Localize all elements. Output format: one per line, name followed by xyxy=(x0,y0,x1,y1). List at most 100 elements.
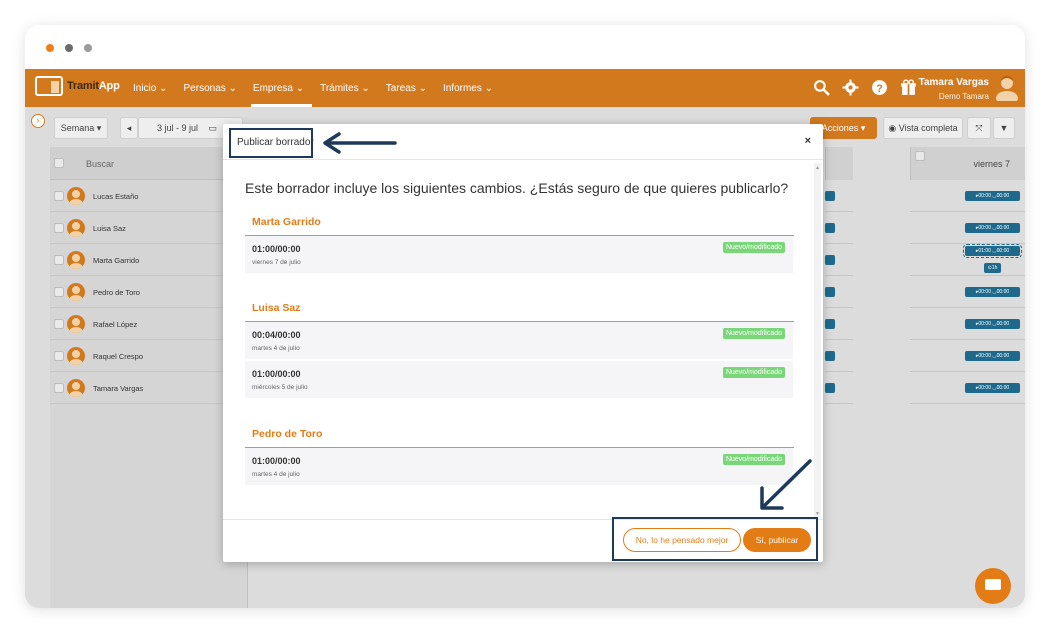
list-item[interactable]: Lucas Estaño xyxy=(50,180,248,212)
gear-icon[interactable] xyxy=(842,79,859,96)
day-header-friday: viernes 7 xyxy=(910,147,1025,180)
expand-icon[interactable]: ⤧ xyxy=(967,117,991,139)
day-header-label: viernes 7 xyxy=(973,159,1010,169)
table-row xyxy=(825,340,853,372)
row-checkbox[interactable] xyxy=(54,223,64,233)
full-view-label: Vista completa xyxy=(898,123,958,133)
avatar xyxy=(67,251,85,269)
shift-chip[interactable]: ▸00:00 ◡00:00 xyxy=(965,351,1020,361)
arrow-left-icon xyxy=(323,132,397,154)
person-name: Rafael López xyxy=(93,320,138,329)
person-name: Raquel Crespo xyxy=(93,352,144,361)
select-all-checkbox[interactable] xyxy=(54,158,64,168)
eye-icon: ◉ xyxy=(888,123,897,133)
row-checkbox[interactable] xyxy=(54,351,64,361)
svg-text:?: ? xyxy=(876,83,882,95)
shift-chip[interactable] xyxy=(825,319,835,329)
shift-chip[interactable]: ▸00:00 ◡00:00 xyxy=(965,223,1020,233)
list-item: 00:04/00:00 martes 4 de julio Nuevo/modi… xyxy=(245,322,793,359)
shift-chip[interactable] xyxy=(825,383,835,393)
list-item[interactable]: Rafael López xyxy=(50,308,248,340)
row-checkbox[interactable] xyxy=(54,383,64,393)
avatar xyxy=(67,347,85,365)
row-checkbox[interactable] xyxy=(54,255,64,265)
shift-chip[interactable] xyxy=(825,191,835,201)
person-name: Lucas Estaño xyxy=(93,192,139,201)
shift-chip[interactable] xyxy=(825,287,835,297)
shift-chip[interactable]: ▸00:00 ◡00:00 xyxy=(965,383,1020,393)
shift-chip-draft[interactable]: ▸01:00 ◡00:00 xyxy=(963,244,1022,258)
sidebar-toggle-icon[interactable]: › xyxy=(31,114,45,128)
row-checkbox[interactable] xyxy=(54,191,64,201)
window-titlebar xyxy=(25,25,1025,69)
modal-footer: No, lo he pensado mejor Sí, publicar xyxy=(223,517,823,562)
window-dot-gray[interactable] xyxy=(65,44,73,52)
full-view-button[interactable]: ◉ Vista completa xyxy=(883,117,963,139)
table-row: ▸01:00 ◡00:00 ⊙1h xyxy=(910,244,1025,276)
list-item[interactable]: Tamara Vargas xyxy=(50,372,248,404)
avatar xyxy=(67,219,85,237)
main-nav: Inicio ⌄ Personas ⌄ Empresa ⌄ Trámites ⌄… xyxy=(125,69,501,107)
shift-chip[interactable] xyxy=(825,223,835,233)
nav-informes[interactable]: Informes ⌄ xyxy=(435,69,501,107)
table-row xyxy=(825,308,853,340)
modal-body[interactable]: ▲ ▼ Este borrador incluye los siguientes … xyxy=(223,161,823,519)
change-date: viernes 7 de julio xyxy=(252,259,301,266)
row-checkbox[interactable] xyxy=(54,319,64,329)
day-checkbox[interactable] xyxy=(915,151,925,161)
nav-personas[interactable]: Personas ⌄ xyxy=(176,69,245,107)
prev-week-button[interactable]: ◂ xyxy=(120,117,138,139)
window-dot-orange[interactable] xyxy=(46,44,54,52)
window-dot-light[interactable] xyxy=(84,44,92,52)
user-menu[interactable]: Tamara Vargas Demo Tamara xyxy=(919,77,989,101)
app-logo[interactable]: TramitApp xyxy=(35,76,120,96)
shift-chip[interactable]: ▸00:00 ◡00:00 xyxy=(965,191,1020,201)
list-item[interactable]: Raquel Crespo xyxy=(50,340,248,372)
shift-chip[interactable] xyxy=(825,255,835,265)
nav-empresa[interactable]: Empresa ⌄ xyxy=(245,69,313,107)
avatar[interactable] xyxy=(995,75,1019,101)
shift-chip[interactable]: ▸00:00 ◡00:00 xyxy=(965,319,1020,329)
change-person-name: Marta Garrido xyxy=(252,216,321,228)
arrow-down-icon xyxy=(760,459,812,510)
chat-icon[interactable] xyxy=(975,568,1011,604)
logo-text-accent: App xyxy=(98,80,120,92)
cancel-button[interactable]: No, lo he pensado mejor xyxy=(623,528,741,552)
help-icon[interactable]: ? xyxy=(871,79,888,96)
filter-icon[interactable]: ▼ xyxy=(993,117,1015,139)
nav-inicio[interactable]: Inicio ⌄ xyxy=(125,69,176,107)
user-company: Demo Tamara xyxy=(938,92,989,101)
person-name: Tamara Vargas xyxy=(93,384,144,393)
status-badge: Nuevo/modificado xyxy=(722,328,785,339)
list-item[interactable]: Pedro de Toro xyxy=(50,276,248,308)
view-select[interactable]: Semana ▾ xyxy=(54,117,108,139)
nav-tareas[interactable]: Tareas ⌄ xyxy=(378,69,435,107)
scroll-up-icon[interactable]: ▲ xyxy=(815,165,820,171)
close-icon[interactable]: × xyxy=(805,135,811,147)
list-item: 01:00/00:00 martes 4 de julio Nuevo/modi… xyxy=(245,448,793,485)
list-item[interactable]: Luisa Saz xyxy=(50,212,248,244)
table-row xyxy=(825,212,853,244)
shift-chip[interactable]: ▸00:00 ◡00:00 xyxy=(965,287,1020,297)
calendar-icon: ▭ xyxy=(208,123,218,133)
search-input[interactable]: Buscar xyxy=(86,159,114,169)
shift-chip[interactable] xyxy=(825,351,835,361)
row-checkbox[interactable] xyxy=(54,287,64,297)
search-icon[interactable] xyxy=(813,79,830,96)
table-row xyxy=(825,372,853,404)
publish-button[interactable]: Sí, publicar xyxy=(743,528,811,552)
gift-icon[interactable] xyxy=(900,79,917,96)
change-person-name: Luisa Saz xyxy=(252,302,301,314)
app-header: TramitApp Inicio ⌄ Personas ⌄ Empresa ⌄ … xyxy=(25,69,1025,107)
day-header-thursday xyxy=(825,147,853,180)
avatar xyxy=(67,187,85,205)
nav-tramites[interactable]: Trámites ⌄ xyxy=(312,69,378,107)
table-row: ▸00:00 ◡00:00 xyxy=(910,308,1025,340)
table-row: ▸00:00 ◡00:00 xyxy=(910,372,1025,404)
list-item[interactable]: Marta Garrido xyxy=(50,244,248,276)
shift-hours-badge: ⊙1h xyxy=(984,263,1001,273)
header-icons: ? xyxy=(813,79,917,96)
person-name: Pedro de Toro xyxy=(93,288,140,297)
table-row: ▸00:00 ◡00:00 xyxy=(910,180,1025,212)
list-item: 01:00/00:00 viernes 7 de julio Nuevo/mod… xyxy=(245,236,793,273)
